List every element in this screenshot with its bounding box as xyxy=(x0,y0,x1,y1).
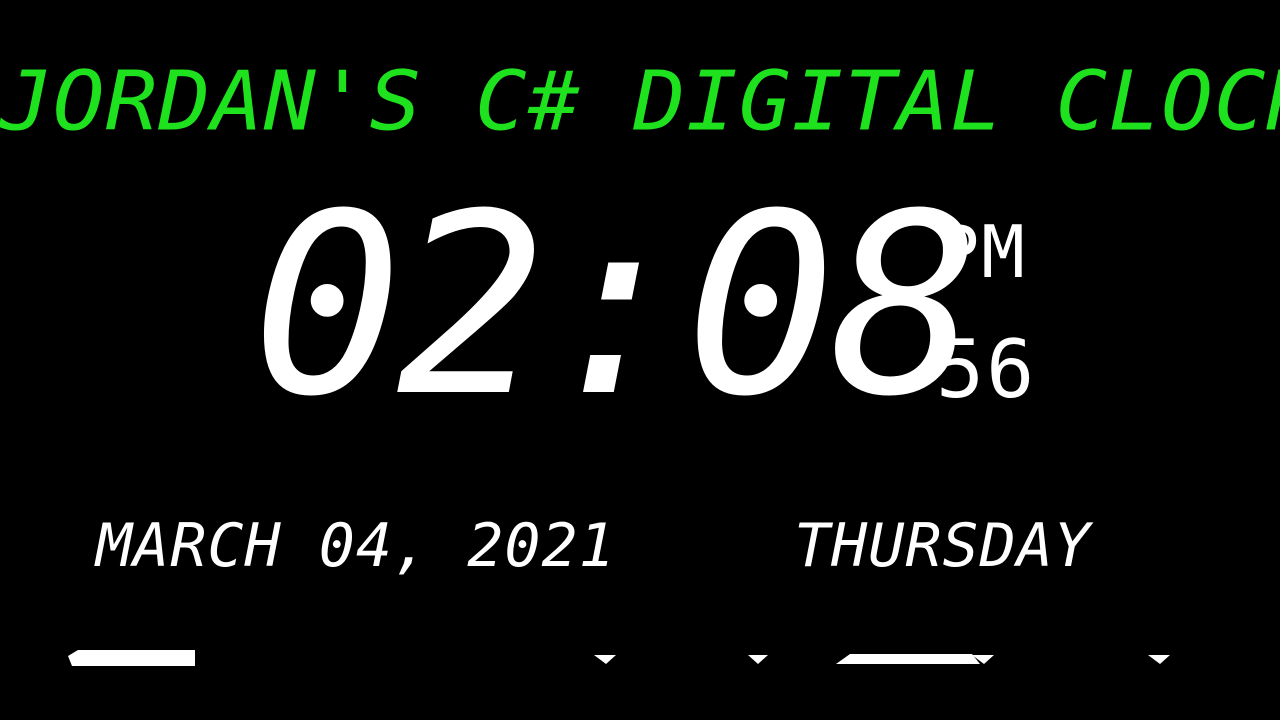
segment-fragment xyxy=(594,655,616,664)
segment-fragment xyxy=(748,655,768,664)
segment-fragment xyxy=(68,650,195,666)
ampm-indicator: PM xyxy=(936,210,1027,294)
segment-fragment xyxy=(1148,655,1170,664)
clock-window: JORDAN'S C# DIGITAL CLOCK 02:08 PM 56 MA… xyxy=(0,0,1280,720)
partially-visible-digit-segments xyxy=(0,650,1280,672)
time-display: 02:08 xyxy=(252,160,981,451)
app-title: JORDAN'S C# DIGITAL CLOCK xyxy=(0,54,1280,150)
segment-fragments-graphic xyxy=(68,650,1170,666)
weekday-display: THURSDAY xyxy=(794,511,1091,581)
seconds-display: 56 xyxy=(936,323,1037,416)
segment-fragment xyxy=(836,654,980,664)
date-display: MARCH 04, 2021 xyxy=(96,511,616,581)
